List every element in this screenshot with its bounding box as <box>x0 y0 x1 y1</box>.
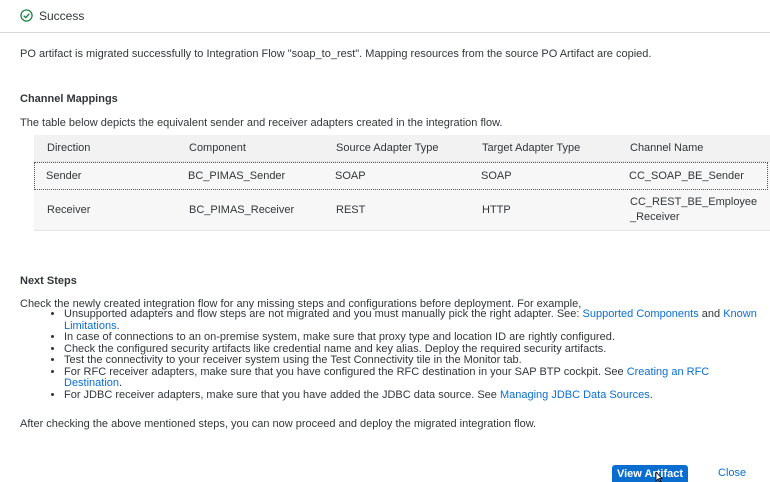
cell-direction: Receiver <box>47 204 91 216</box>
cell-component: BC_PIMAS_Sender <box>188 170 286 182</box>
column-header-channel-name: Channel Name <box>630 141 704 154</box>
dialog-title: Success <box>39 9 85 23</box>
table-header-row: Direction Component Source Adapter Type … <box>34 135 770 162</box>
column-header-target-adapter-type: Target Adapter Type <box>482 142 581 154</box>
next-steps-title: Next Steps <box>20 275 77 287</box>
step-text: For RFC receiver adapters, make sure tha… <box>64 365 627 378</box>
list-item: For JDBC receiver adapters, make sure th… <box>64 388 764 402</box>
step-text: . <box>116 319 120 332</box>
step-text: . <box>119 377 123 389</box>
channel-mappings-description: The table below depicts the equivalent s… <box>20 117 503 129</box>
cell-target-adapter-type: HTTP <box>482 204 511 216</box>
cell-source-adapter-type: REST <box>336 204 366 216</box>
list-item: In case of connections to an on-premise … <box>64 331 764 344</box>
managing-jdbc-data-sources-link[interactable]: Managing JDBC Data Sources <box>500 389 650 401</box>
column-header-component: Component <box>189 142 246 154</box>
column-header-source-adapter-type: Source Adapter Type <box>336 142 439 154</box>
success-check-icon <box>20 9 33 22</box>
channel-mappings-title: Channel Mappings <box>20 93 118 105</box>
supported-components-link[interactable]: Supported Components <box>583 308 699 320</box>
cell-component: BC_PIMAS_Receiver <box>189 204 295 216</box>
column-header-direction: Direction <box>47 142 91 154</box>
cell-direction: Sender <box>46 170 82 182</box>
table-row[interactable]: Receiver BC_PIMAS_Receiver REST HTTP CC_… <box>34 190 770 230</box>
after-steps-text: After checking the above mentioned steps… <box>20 418 537 430</box>
step-text: For JDBC receiver adapters, make sure th… <box>64 388 500 401</box>
mouse-cursor-icon <box>655 472 663 482</box>
close-button[interactable]: Close <box>718 467 746 479</box>
next-steps-list: Unsupported adapters and flow steps are … <box>28 308 764 402</box>
cell-channel-name: CC_SOAP_BE_Sender <box>629 169 744 182</box>
channel-mappings-table: Direction Component Source Adapter Type … <box>34 135 770 231</box>
view-artifact-button[interactable]: View Artifact <box>612 465 688 482</box>
step-text: Unsupported adapters and flow steps are … <box>64 308 583 320</box>
dialog-header: Success <box>0 0 770 33</box>
cell-source-adapter-type: SOAP <box>335 170 366 182</box>
cell-channel-name: CC_REST_BE_Employee_Receiver <box>630 196 758 223</box>
list-item: Unsupported adapters and flow steps are … <box>64 308 764 332</box>
cell-target-adapter-type: SOAP <box>481 170 512 182</box>
success-message: PO artifact is migrated successfully to … <box>20 48 652 60</box>
list-item: For RFC receiver adapters, make sure tha… <box>64 365 764 390</box>
step-text: and <box>698 308 724 320</box>
step-text: . <box>649 388 653 401</box>
table-row[interactable]: Sender BC_PIMAS_Sender SOAP SOAP CC_SOAP… <box>34 162 768 190</box>
